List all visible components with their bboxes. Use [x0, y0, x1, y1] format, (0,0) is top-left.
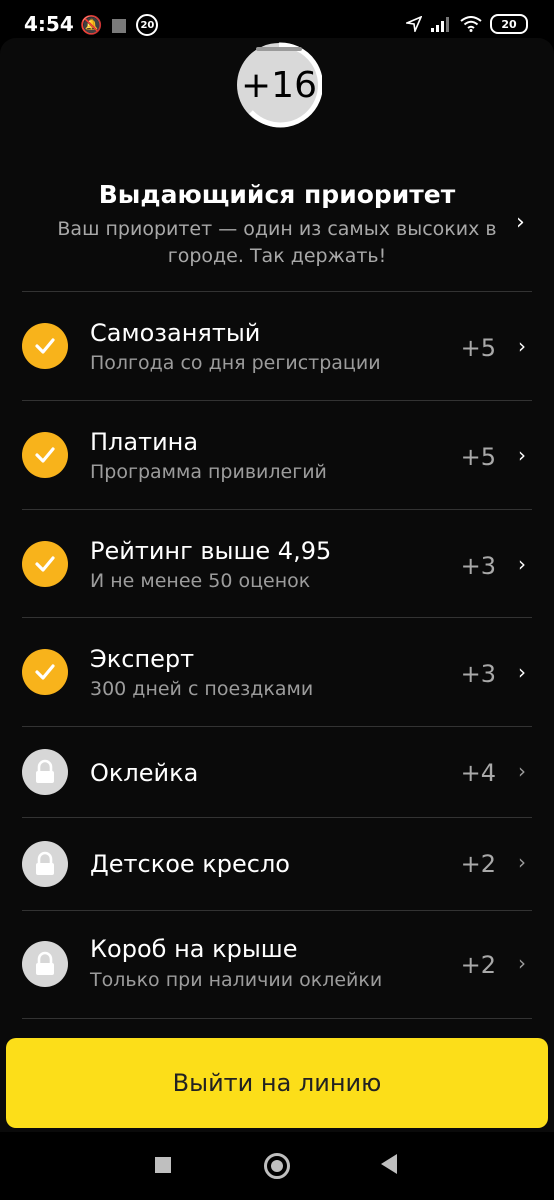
item-subtitle: Только при наличии оклейки [90, 969, 383, 991]
item-title: Самозанятый [90, 319, 261, 347]
notification-icon [112, 19, 127, 33]
lock-icon [22, 841, 68, 887]
recents-icon[interactable] [155, 1157, 171, 1173]
chevron-right-icon: › [516, 210, 525, 235]
item-subtitle: Полгода со дня регистрации [90, 352, 381, 374]
list-item-rating[interactable]: Рейтинг выше 4,95 И не менее 50 оценок +… [0, 510, 554, 618]
go-online-button[interactable]: Выйти на линию [6, 1038, 548, 1128]
battery-level: 20 [501, 17, 517, 31]
status-notification-icons: 🔕 20 [80, 14, 159, 36]
back-icon[interactable] [381, 1154, 397, 1174]
lock-icon [22, 749, 68, 795]
check-icon [22, 432, 68, 478]
wifi-icon [460, 16, 482, 32]
item-subtitle: 300 дней с поездками [90, 678, 314, 700]
item-title: Короб на крыше [90, 935, 298, 963]
battery-icon: 20 [490, 14, 528, 34]
system-nav-bar [0, 1132, 554, 1200]
signal-icon [431, 17, 449, 32]
item-points: +5 [460, 334, 496, 362]
item-points: +2 [460, 951, 496, 979]
divider [22, 1018, 532, 1019]
chevron-right-icon: › [518, 951, 526, 975]
status-system-icons: 20 [406, 14, 528, 34]
item-subtitle: Программа привилегий [90, 461, 327, 483]
item-subtitle: И не менее 50 оценок [90, 570, 311, 592]
item-points: +3 [460, 552, 496, 580]
priority-subtitle: Ваш приоритет — один из самых высоких в … [57, 218, 497, 267]
chevron-right-icon: › [518, 660, 526, 684]
item-points: +2 [460, 850, 496, 878]
home-icon[interactable] [264, 1153, 290, 1179]
chevron-right-icon: › [518, 334, 526, 358]
item-title: Детское кресло [90, 850, 290, 878]
list-item-self-employed[interactable]: Самозанятый Полгода со дня регистрации +… [0, 292, 554, 400]
item-points: +3 [460, 660, 496, 688]
chevron-right-icon: › [518, 552, 526, 576]
list-item-wrapping[interactable]: Оклейка +4 › [0, 727, 554, 817]
check-icon [22, 649, 68, 695]
chevron-right-icon: › [518, 850, 526, 874]
item-title: Рейтинг выше 4,95 [90, 537, 332, 565]
priority-score-badge: +16 [236, 42, 322, 128]
list-item-platinum[interactable]: Платина Программа привилегий +5 › [0, 401, 554, 509]
list-item-child-seat[interactable]: Детское кресло +2 › [0, 818, 554, 910]
bell-off-icon: 🔕 [80, 14, 103, 36]
lock-icon [22, 941, 68, 987]
status-time: 4:54 [24, 12, 74, 36]
notification-badge-icon: 20 [136, 14, 159, 36]
list-item-roof-box[interactable]: Короб на крыше Только при наличии оклейк… [0, 911, 554, 1019]
list-item-expert[interactable]: Эксперт 300 дней с поездками +3 › [0, 618, 554, 726]
check-icon [22, 323, 68, 369]
item-title: Платина [90, 428, 199, 456]
chevron-right-icon: › [518, 443, 526, 467]
item-points: +4 [460, 759, 496, 787]
check-icon [22, 541, 68, 587]
score-value: +16 [241, 64, 317, 106]
location-icon [406, 16, 422, 32]
item-title: Оклейка [90, 759, 199, 787]
priority-title: Выдающийся приоритет [98, 180, 456, 209]
chevron-right-icon: › [518, 759, 526, 783]
item-title: Эксперт [90, 645, 195, 673]
item-points: +5 [460, 443, 496, 471]
